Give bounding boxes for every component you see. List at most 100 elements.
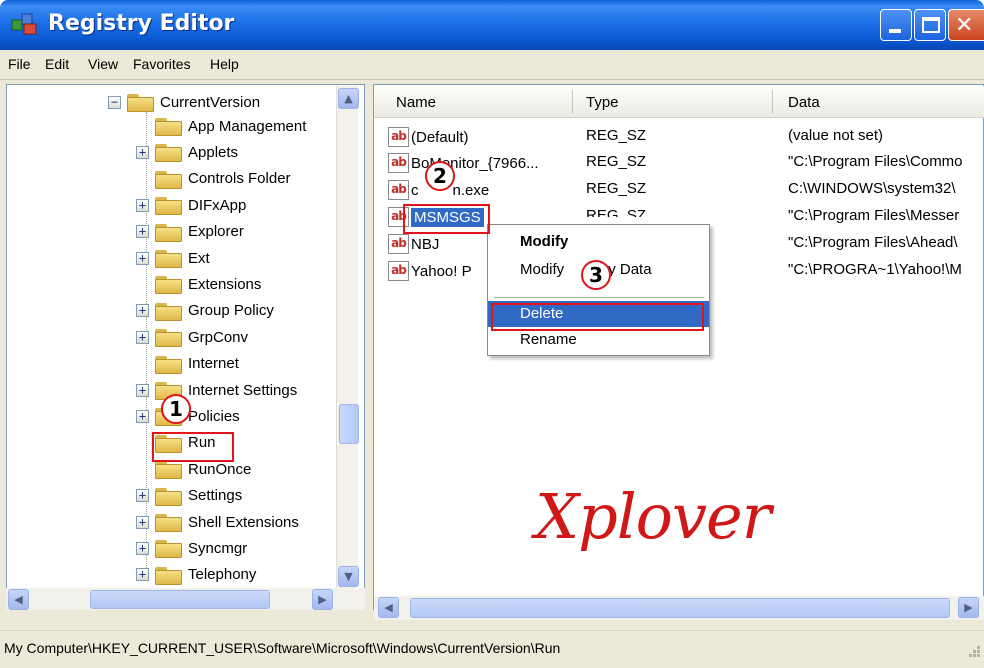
scroll-right-icon[interactable]: ▶: [312, 589, 333, 610]
string-value-icon: ab: [388, 153, 409, 173]
highlight-msmsgs: [403, 204, 490, 234]
tree-item-explorer[interactable]: + Explorer: [136, 219, 244, 245]
pane-splitter[interactable]: [365, 84, 373, 610]
column-name[interactable]: Name: [396, 94, 436, 111]
context-menu: Modify Modify y Data Delete Rename: [487, 224, 710, 356]
value-data: C:\WINDOWS\system32\: [788, 180, 956, 197]
string-value-icon: ab: [388, 261, 409, 281]
folder-icon: [155, 195, 182, 216]
tree-item-grpconv[interactable]: + GrpConv: [136, 324, 248, 350]
column-type[interactable]: Type: [586, 94, 619, 111]
minimize-button[interactable]: [880, 9, 912, 41]
tree-item-applets[interactable]: + Applets: [136, 139, 238, 165]
menu-file[interactable]: File: [8, 56, 31, 72]
menu-favorites[interactable]: Favorites: [133, 56, 191, 72]
tree-item-internet-settings[interactable]: + Internet Settings: [136, 377, 297, 403]
column-data[interactable]: Data: [788, 94, 820, 111]
menu-help[interactable]: Help: [210, 56, 239, 72]
value-data: "C:\PROGRA~1\Yahoo!\M: [788, 261, 962, 278]
tree-item-currentversion[interactable]: − CurrentVersion: [108, 89, 260, 115]
value-type: REG_SZ: [586, 207, 647, 217]
menu-edit[interactable]: Edit: [45, 56, 69, 72]
status-bar: My Computer\HKEY_CURRENT_USER\Software\M…: [0, 630, 984, 668]
list-header: Name Type Data: [374, 86, 984, 118]
value-name-prefix: c: [411, 181, 419, 199]
tree-item-internet[interactable]: Internet: [136, 351, 239, 377]
context-menu-modify[interactable]: Modify: [488, 229, 709, 255]
value-data: "C:\Program Files\Messer: [788, 207, 960, 224]
expand-icon[interactable]: +: [136, 409, 149, 423]
string-value-icon: ab: [388, 180, 409, 200]
title-bar[interactable]: Registry Editor ✕: [0, 0, 984, 50]
expand-icon[interactable]: +: [136, 330, 149, 344]
folder-icon: [155, 354, 182, 374]
window-title: Registry Editor: [48, 11, 235, 36]
tree-item-label: Group Policy: [188, 302, 274, 320]
tree-item-label: DIFxApp: [188, 196, 247, 214]
list-item[interactable]: ab BoMonitor_{7966...: [388, 150, 539, 176]
expand-icon[interactable]: +: [136, 251, 149, 265]
resize-grip-icon[interactable]: [962, 640, 982, 662]
highlight-run: [152, 432, 234, 462]
value-type: REG_SZ: [586, 180, 647, 197]
tree-item-label: Extensions: [188, 275, 262, 293]
minimize-icon: [889, 29, 901, 33]
folder-icon: [155, 327, 182, 348]
folder-icon: [155, 301, 182, 321]
tree-item-telephony[interactable]: + Telephony: [136, 562, 256, 588]
tree-item-label: GrpConv: [188, 328, 249, 346]
tree-item-label: Telephony: [188, 566, 257, 584]
tree-item-group-policy[interactable]: + Group Policy: [136, 298, 274, 324]
tree-item-shell-extensions[interactable]: + Shell Extensions: [136, 509, 299, 535]
menu-view[interactable]: View: [88, 56, 118, 72]
watermark-logo: Xplover: [535, 480, 771, 553]
expand-icon[interactable]: +: [136, 515, 149, 529]
list-item[interactable]: ab (Default): [388, 124, 469, 150]
string-value-icon: ab: [388, 127, 409, 147]
string-value-icon: ab: [388, 234, 409, 254]
collapse-icon[interactable]: −: [108, 95, 121, 109]
list-hscroll-thumb[interactable]: [410, 598, 950, 618]
tree-item-label: Policies: [188, 407, 240, 425]
scroll-right-icon[interactable]: ▶: [958, 597, 979, 618]
scroll-down-icon[interactable]: ▼: [338, 566, 359, 587]
tree-hscroll-thumb[interactable]: [90, 590, 270, 609]
list-item[interactable]: ab NBJ: [388, 231, 439, 257]
expand-icon[interactable]: +: [136, 489, 149, 503]
folder-icon: [155, 538, 182, 559]
list-item[interactable]: ab Yahoo! P: [388, 258, 472, 284]
value-name: NBJ: [411, 235, 440, 253]
tree-item-settings[interactable]: + Settings: [136, 483, 242, 509]
tree-item-extensions[interactable]: Extensions: [136, 271, 261, 297]
tree-item-difxapp[interactable]: + DIFxApp: [136, 192, 246, 218]
step-2-badge: 2: [425, 161, 455, 191]
tree-vertical-scrollbar[interactable]: [336, 86, 358, 588]
tree-item-label: Controls Folder: [188, 170, 291, 188]
scroll-left-icon[interactable]: ◀: [378, 597, 399, 618]
expand-icon[interactable]: +: [136, 304, 149, 318]
expand-icon[interactable]: +: [136, 225, 149, 239]
tree-item-controls-folder[interactable]: Controls Folder: [136, 166, 291, 192]
menu-bar: File Edit View Favorites Help: [0, 50, 984, 80]
expand-icon[interactable]: +: [136, 198, 149, 212]
scroll-up-icon[interactable]: ▲: [338, 88, 359, 109]
context-menu-label: Modify: [520, 261, 565, 278]
context-menu-label: y Data: [608, 261, 652, 278]
expand-icon[interactable]: +: [136, 145, 149, 159]
tree-item-label: App Management: [188, 117, 307, 135]
tree-item-label: Shell Extensions: [188, 513, 299, 531]
expand-icon[interactable]: +: [136, 383, 149, 397]
registry-editor-icon: [11, 13, 37, 35]
tree-item-app-management[interactable]: App Management: [136, 113, 306, 139]
expand-icon[interactable]: +: [136, 568, 149, 582]
tree-item-syncmgr[interactable]: + Syncmgr: [136, 535, 247, 561]
expand-icon[interactable]: +: [136, 541, 149, 555]
value-data: (value not set): [788, 127, 884, 144]
tree-item-label: Explorer: [188, 223, 244, 241]
step-1-badge: 1: [161, 394, 191, 424]
maximize-button[interactable]: [914, 9, 946, 41]
scroll-left-icon[interactable]: ◀: [8, 589, 29, 610]
tree-scroll-thumb[interactable]: [339, 404, 359, 444]
close-button[interactable]: ✕: [948, 9, 984, 41]
tree-item-ext[interactable]: + Ext: [136, 245, 210, 271]
